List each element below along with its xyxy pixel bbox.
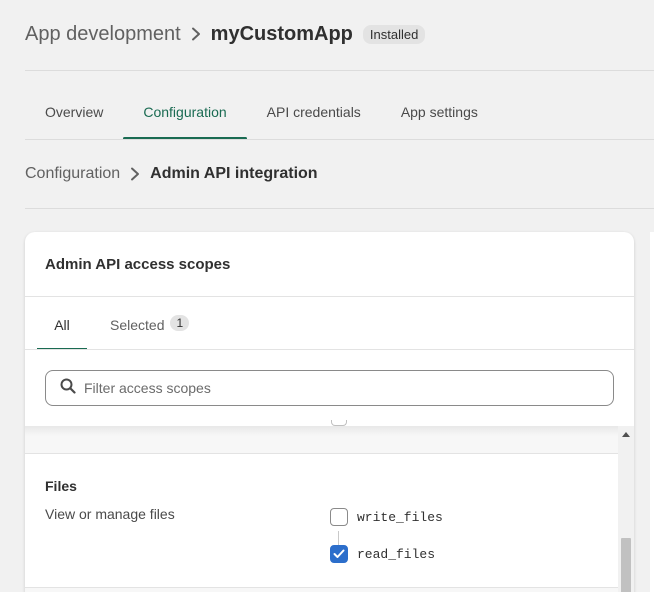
chevron-right-icon (181, 25, 211, 43)
tab-selected[interactable]: Selected 1 (110, 297, 190, 350)
tab-all-label: All (54, 317, 70, 333)
chevron-right-icon (120, 165, 150, 183)
tab-configuration[interactable]: Configuration (123, 90, 247, 140)
scroll-up-arrow-icon[interactable] (622, 432, 630, 437)
selected-count-badge: 1 (170, 315, 190, 331)
access-scopes-card: Admin API access scopes All Selected 1 F… (25, 232, 634, 592)
search-icon (60, 378, 76, 399)
card-title: Admin API access scopes (45, 256, 231, 273)
tab-app-settings[interactable]: App settings (381, 90, 498, 140)
scroll-shadow (25, 426, 634, 436)
tab-selected-label: Selected (110, 317, 165, 333)
tab-overview[interactable]: Overview (25, 90, 123, 140)
breadcrumb-configuration[interactable]: Configuration (25, 165, 120, 183)
card-tabs-divider (25, 349, 634, 350)
breadcrumb-app-development[interactable]: App development (25, 23, 181, 46)
tab-all[interactable]: All (37, 297, 87, 350)
write-files-checkbox[interactable] (330, 508, 348, 526)
write-files-label: write_files (357, 509, 443, 525)
search-input[interactable] (84, 380, 613, 396)
section-title: Admin API integration (150, 165, 318, 182)
sub-breadcrumb: Configuration Admin API integration (25, 162, 318, 186)
status-badge: Installed (362, 24, 426, 44)
scope-section-files: Files View or manage files write_files r… (25, 453, 618, 588)
page-title: myCustomApp (210, 22, 353, 45)
main-tabs: Overview Configuration API credentials A… (25, 90, 498, 140)
tabs-divider (25, 139, 654, 140)
sub-header-divider (25, 208, 654, 209)
header-divider (25, 70, 654, 71)
read-files-label: read_files (357, 546, 436, 562)
read-files-checkbox[interactable] (330, 545, 348, 563)
search-field[interactable] (45, 370, 614, 406)
page-header: App development myCustomApp Installed (25, 18, 426, 50)
checkmark-icon (333, 549, 345, 558)
scope-write-files[interactable]: write_files (330, 508, 443, 526)
tab-api-credentials[interactable]: API credentials (247, 90, 381, 140)
scope-section-description: View or manage files (45, 506, 175, 522)
scope-read-files[interactable]: read_files (330, 545, 435, 563)
scope-section-title: Files (45, 478, 77, 494)
adjacent-card-edge (650, 232, 654, 592)
scrollbar-thumb[interactable] (621, 538, 631, 592)
partial-checkbox[interactable] (331, 420, 347, 426)
scrollbar[interactable] (618, 426, 634, 592)
